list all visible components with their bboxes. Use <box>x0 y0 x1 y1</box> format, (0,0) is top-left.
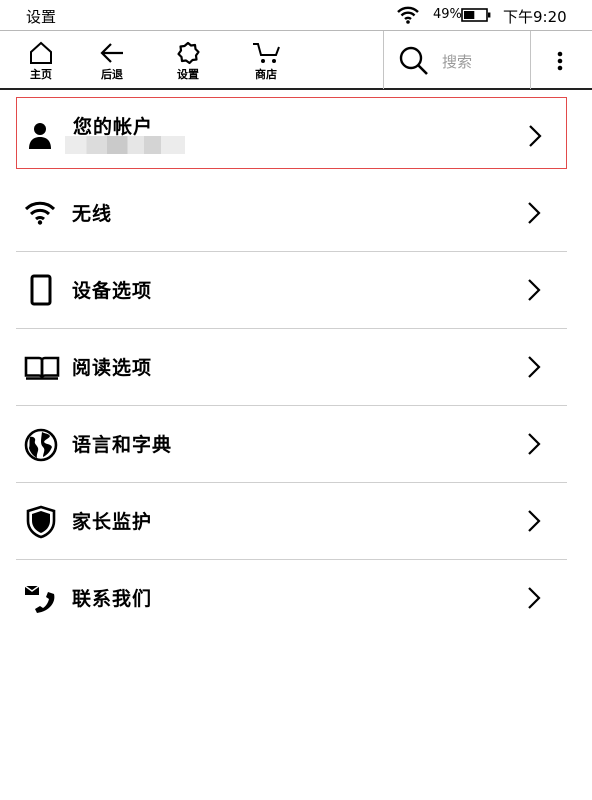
settings-item-label: 语言和字典 <box>72 434 173 456</box>
contact-icon <box>24 585 55 613</box>
search-box[interactable]: 搜索 <box>383 31 531 89</box>
device-icon <box>30 274 52 306</box>
settings-item-label: 联系我们 <box>72 588 153 610</box>
chevron-right-icon <box>528 202 541 224</box>
wifi-status-icon <box>397 6 419 24</box>
battery-percent: 49% <box>433 7 462 22</box>
settings-item-device-options[interactable]: 设备选项 <box>16 252 567 329</box>
person-icon <box>29 123 51 149</box>
store-label: 商店 <box>255 68 277 81</box>
settings-item-label: 阅读选项 <box>72 357 153 379</box>
settings-item-language[interactable]: 语言和字典 <box>16 406 567 483</box>
more-menu-button[interactable] <box>540 31 580 89</box>
chevron-right-icon <box>528 587 541 609</box>
status-bar: 设置 49% 下午9:20 <box>0 0 592 30</box>
cart-icon <box>253 43 280 63</box>
back-label: 后退 <box>101 68 123 81</box>
settings-label: 设置 <box>177 68 199 81</box>
settings-item-label: 设备选项 <box>72 280 153 302</box>
settings-item-label: 家长监护 <box>72 511 153 533</box>
gear-icon <box>177 41 200 65</box>
wifi-icon <box>24 201 56 225</box>
account-name-redacted <box>65 136 185 154</box>
chevron-right-icon <box>528 510 541 532</box>
search-placeholder: 搜索 <box>442 53 473 71</box>
store-button[interactable]: 商店 <box>238 31 294 89</box>
chevron-right-icon <box>528 433 541 455</box>
settings-item-contact-us[interactable]: 联系我们 <box>16 560 567 637</box>
settings-item-wireless[interactable]: 无线 <box>16 175 567 252</box>
back-button[interactable]: 后退 <box>84 31 140 89</box>
settings-button[interactable]: 设置 <box>160 31 216 89</box>
home-button[interactable]: 主页 <box>13 31 69 89</box>
more-vertical-icon <box>557 51 563 71</box>
chevron-right-icon <box>528 279 541 301</box>
settings-item-label: 无线 <box>72 203 113 225</box>
settings-item-reading-options[interactable]: 阅读选项 <box>16 329 567 406</box>
clock: 下午9:20 <box>503 8 567 26</box>
search-icon <box>399 46 428 75</box>
settings-item-parental-controls[interactable]: 家长监护 <box>16 483 567 560</box>
home-label: 主页 <box>30 68 52 81</box>
status-title: 设置 <box>26 8 57 26</box>
home-icon <box>30 41 52 64</box>
back-arrow-icon <box>100 43 123 63</box>
globe-icon <box>24 428 58 462</box>
battery-icon <box>461 8 491 22</box>
chevron-right-icon <box>529 125 542 147</box>
settings-item-label: 您的帐户 <box>73 116 154 138</box>
book-icon <box>24 356 60 380</box>
shield-icon <box>26 505 56 539</box>
toolbar: 主页 后退 设置 商店 搜索 <box>0 30 592 90</box>
settings-item-account[interactable]: 您的帐户 <box>16 97 567 169</box>
chevron-right-icon <box>528 356 541 378</box>
